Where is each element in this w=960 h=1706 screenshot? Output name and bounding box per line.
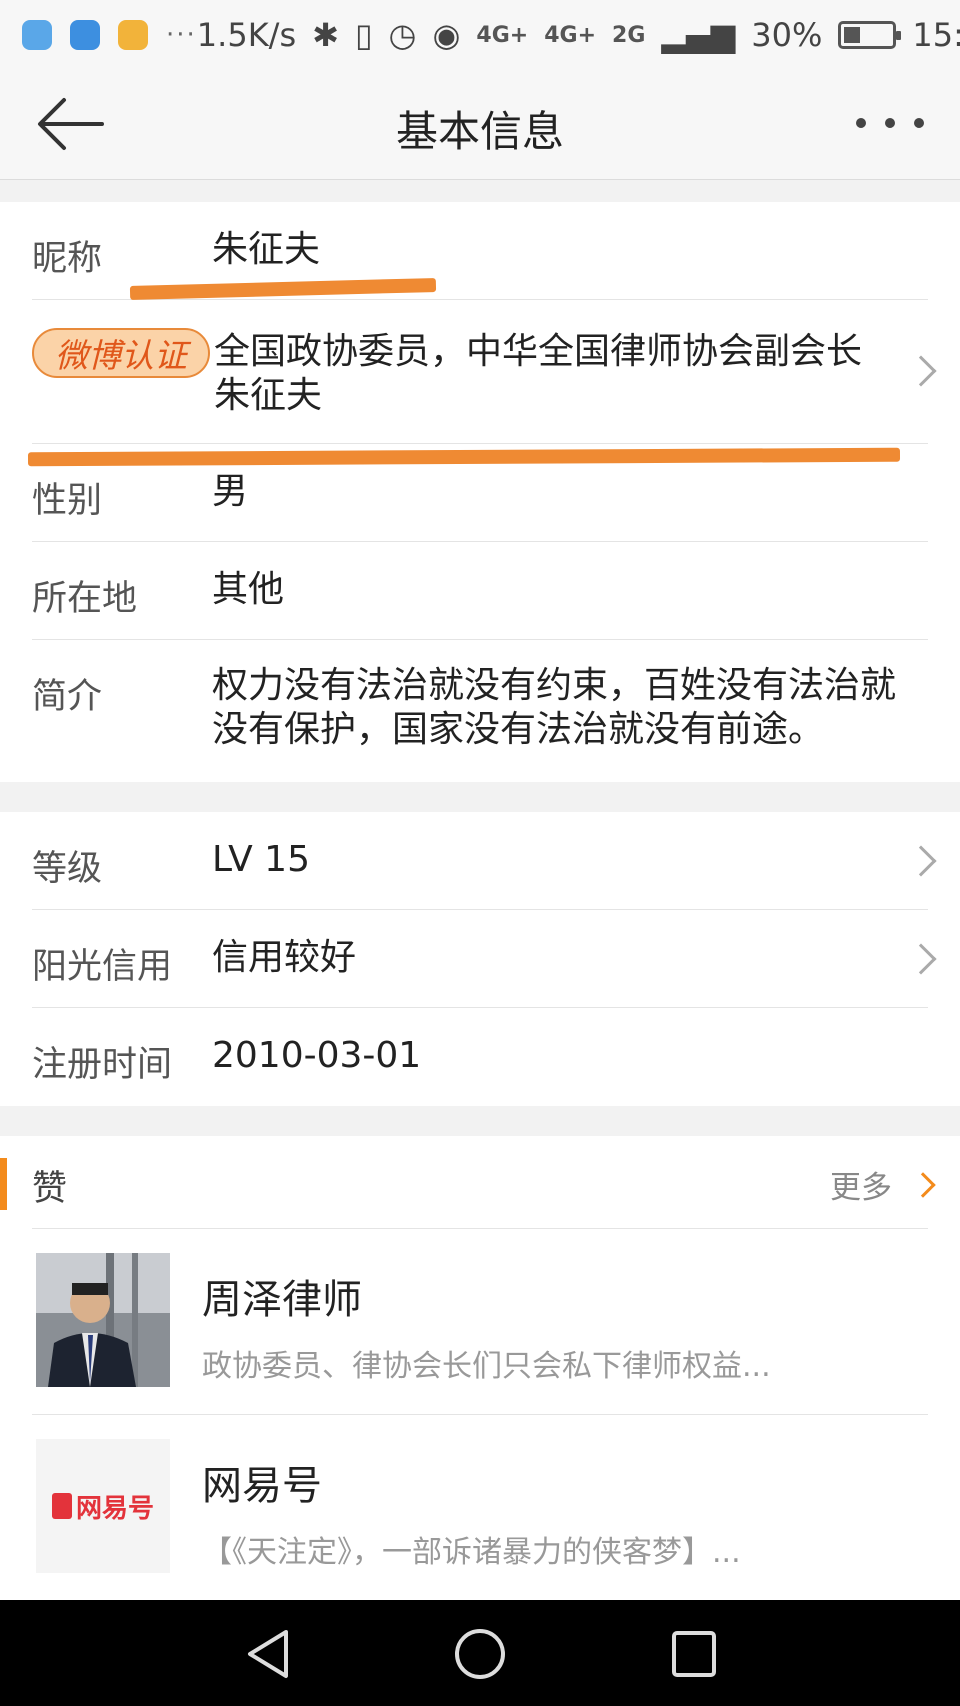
bluetooth-icon: ✱ bbox=[312, 16, 339, 54]
dot-icon bbox=[885, 118, 895, 128]
eye-comfort-icon: ◉ bbox=[432, 16, 461, 54]
dot-icon bbox=[856, 118, 866, 128]
level-row[interactable]: 等级 LV 15 bbox=[32, 812, 937, 910]
credit-label: 阳光信用 bbox=[32, 947, 173, 987]
likes-more-link[interactable]: 更多 bbox=[830, 1162, 936, 1207]
register-value: 2010-03-01 bbox=[212, 1035, 422, 1076]
avatar bbox=[36, 1253, 170, 1387]
chevron-right-icon bbox=[910, 1171, 936, 1198]
health-app-icon bbox=[70, 20, 100, 50]
status-bar: ··· 1.5K/s ✱ ▯ ◷ ◉ 4G+ 4G+ 2G ▂▄▆ 30% 15… bbox=[0, 0, 960, 70]
liked-item[interactable]: 周泽律师 政协委员、律协会长们只会私下律师权益... bbox=[32, 1228, 928, 1414]
liked-item-name: 网易号 bbox=[202, 1463, 322, 1509]
netease-logo: 网易号 bbox=[36, 1439, 170, 1573]
register-label: 注册时间 bbox=[32, 1045, 173, 1085]
nav-home-button[interactable] bbox=[450, 1626, 510, 1682]
navigation-bar bbox=[0, 1600, 960, 1706]
bio-row: 简介 权力没有法治就没有约束，百姓没有法治就没有保护，国家没有法治就没有前途。 bbox=[32, 640, 928, 782]
nickname-value: 朱征夫 bbox=[212, 229, 321, 270]
wallet-app-icon bbox=[118, 20, 148, 50]
battery-percent: 30% bbox=[751, 16, 823, 54]
weibo-verified-badge: 微博认证 bbox=[32, 328, 210, 378]
level-label: 等级 bbox=[32, 849, 103, 889]
bio-label: 简介 bbox=[32, 677, 103, 717]
verification-text: 全国政协委员，中华全国律师协会副会长朱征夫 bbox=[214, 331, 863, 416]
square-recents-icon bbox=[672, 1631, 716, 1677]
weather-app-icon bbox=[22, 20, 52, 50]
nickname-label: 昵称 bbox=[32, 239, 103, 279]
level-value: LV 15 bbox=[212, 839, 310, 880]
location-value: 其他 bbox=[212, 569, 285, 610]
chevron-right-icon bbox=[905, 943, 937, 975]
location-row: 所在地 其他 bbox=[32, 542, 928, 640]
liked-item-desc: 【《天注定》，一部诉诸暴力的侠客梦】... bbox=[202, 1535, 741, 1570]
alarm-icon: ◷ bbox=[388, 16, 417, 54]
likes-label: 赞 bbox=[32, 1169, 68, 1209]
battery-icon bbox=[838, 21, 902, 49]
network-type-2: 4G+ bbox=[544, 22, 597, 48]
gender-value: 男 bbox=[212, 471, 249, 512]
section-accent-bar bbox=[0, 1158, 7, 1210]
bio-value: 权力没有法治就没有约束，百姓没有法治就没有保护，国家没有法治就没有前途。 bbox=[212, 665, 897, 750]
nav-back-button[interactable] bbox=[238, 1626, 298, 1682]
likes-header: 赞 更多 bbox=[0, 1136, 960, 1228]
likes-section: 赞 更多 周泽律师 政协委员、律协会长们只会私下律师权益... 网易号 网易号 … bbox=[0, 1136, 960, 1600]
credit-row[interactable]: 阳光信用 信用较好 bbox=[32, 910, 937, 1008]
title-bar: 基本信息 bbox=[0, 70, 960, 180]
netease-logo-mark bbox=[51, 1493, 72, 1519]
vibrate-icon: ▯ bbox=[354, 16, 373, 54]
liked-item-name: 周泽律师 bbox=[202, 1277, 362, 1323]
gender-label: 性别 bbox=[32, 481, 103, 521]
chevron-right-icon bbox=[905, 355, 937, 387]
page-title: 基本信息 bbox=[395, 107, 564, 156]
chevron-right-icon bbox=[905, 845, 937, 877]
liked-item-desc: 政协委员、律协会长们只会私下律师权益... bbox=[202, 1349, 771, 1384]
account-section: 等级 LV 15 阳光信用 信用较好 注册时间 2010-03-01 bbox=[0, 812, 960, 1106]
verification-row[interactable]: 微博认证 全国政协委员，中华全国律师协会副会长朱征夫 bbox=[32, 300, 937, 444]
more-notifications-icon: ··· bbox=[166, 20, 197, 50]
dot-icon bbox=[914, 118, 924, 128]
location-label: 所在地 bbox=[32, 579, 138, 619]
network-speed: 1.5K/s bbox=[196, 16, 297, 54]
liked-item[interactable]: 网易号 网易号 【《天注定》，一部诉诸暴力的侠客梦】... bbox=[32, 1414, 928, 1600]
clock: 15:01 bbox=[912, 16, 960, 54]
register-row: 注册时间 2010-03-01 bbox=[32, 1008, 928, 1106]
more-options-button[interactable] bbox=[856, 98, 924, 148]
credit-value: 信用较好 bbox=[212, 937, 357, 978]
nav-recents-button[interactable] bbox=[664, 1626, 724, 1682]
triangle-back-icon bbox=[248, 1630, 288, 1678]
more-label: 更多 bbox=[830, 1170, 892, 1206]
netease-logo-text: 网易号 bbox=[75, 1493, 154, 1524]
circle-home-icon bbox=[455, 1629, 505, 1679]
network-type-1: 4G+ bbox=[476, 22, 529, 48]
network-type-3: 2G bbox=[612, 22, 646, 48]
signal-icon: ▂▄▆ bbox=[661, 16, 736, 54]
